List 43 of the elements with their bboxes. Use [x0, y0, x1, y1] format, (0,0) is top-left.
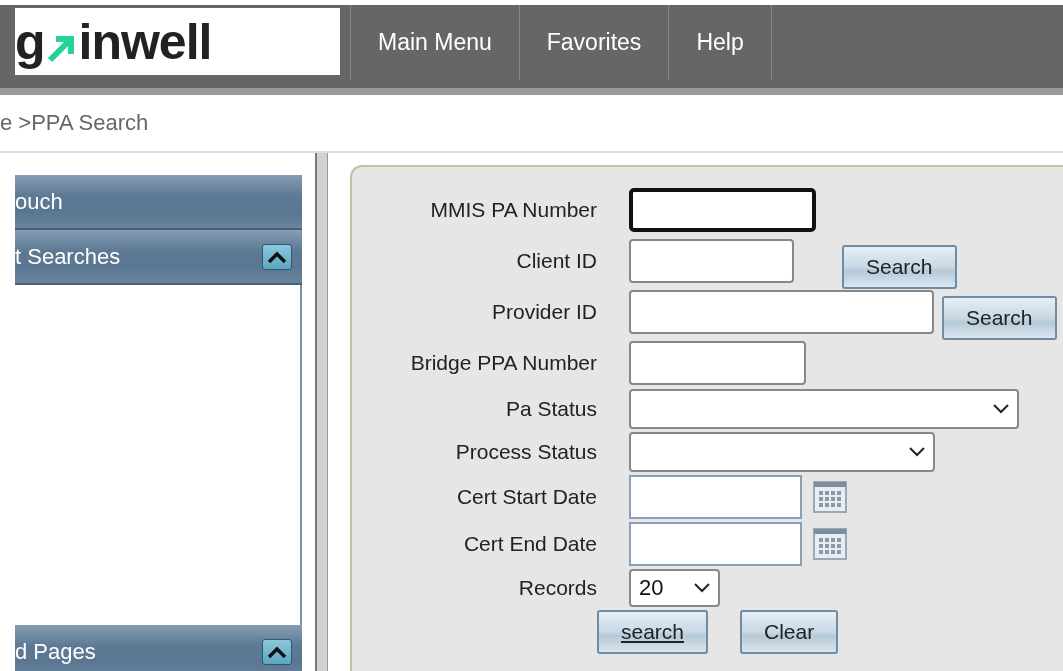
input-field[interactable]: [629, 239, 794, 283]
menu-item[interactable]: Help: [668, 5, 772, 80]
input-field[interactable]: [629, 188, 816, 232]
dropdown[interactable]: 20: [629, 569, 720, 607]
panel-header[interactable]: ouch: [15, 175, 302, 230]
dropdown[interactable]: [629, 432, 935, 472]
collapse-button[interactable]: [262, 638, 292, 665]
dropdown[interactable]: [629, 389, 1019, 429]
search-button[interactable]: Search: [942, 296, 1057, 340]
field-label: Client ID: [515, 249, 597, 273]
caret-up-icon: [267, 644, 287, 659]
field-label: Process Status: [454, 440, 597, 464]
input-field[interactable]: [629, 341, 806, 385]
search-button[interactable]: Search: [842, 245, 957, 289]
logo: g inwell: [15, 8, 340, 75]
menu-item[interactable]: Main Menu: [350, 5, 519, 80]
calendar-icon[interactable]: [813, 481, 847, 513]
breadcrumb: e >PPA Search: [0, 95, 1063, 153]
field-label: Provider ID: [490, 300, 597, 324]
panel-title: ouch: [15, 188, 63, 215]
panel-header[interactable]: d Pages: [15, 625, 302, 671]
calendar-icon[interactable]: [813, 528, 847, 560]
caret-up-icon: [267, 249, 287, 264]
chevron-down-icon: [993, 404, 1009, 414]
chevron-down-icon: [694, 583, 710, 593]
date-field[interactable]: [629, 475, 802, 519]
field-label: Bridge PPA Number: [409, 351, 597, 375]
panel-title: d Pages: [15, 638, 96, 665]
field-label: Pa Status: [504, 397, 597, 421]
search-button[interactable]: search: [597, 610, 709, 654]
panel-header[interactable]: t Searches: [15, 230, 302, 285]
field-label: Cert End Date: [462, 532, 597, 556]
collapse-button[interactable]: [262, 243, 292, 270]
clear-button[interactable]: Clear: [740, 610, 839, 654]
field-label: Records: [517, 576, 597, 600]
panel-title: t Searches: [15, 243, 121, 270]
splitter[interactable]: [315, 153, 328, 671]
chevron-down-icon: [909, 447, 925, 457]
menu-item[interactable]: Favorites: [518, 5, 669, 80]
input-field[interactable]: [629, 290, 934, 334]
field-label: MMIS PA Number: [429, 198, 597, 222]
field-label: Cert Start Date: [455, 485, 597, 509]
date-field[interactable]: [629, 522, 802, 566]
